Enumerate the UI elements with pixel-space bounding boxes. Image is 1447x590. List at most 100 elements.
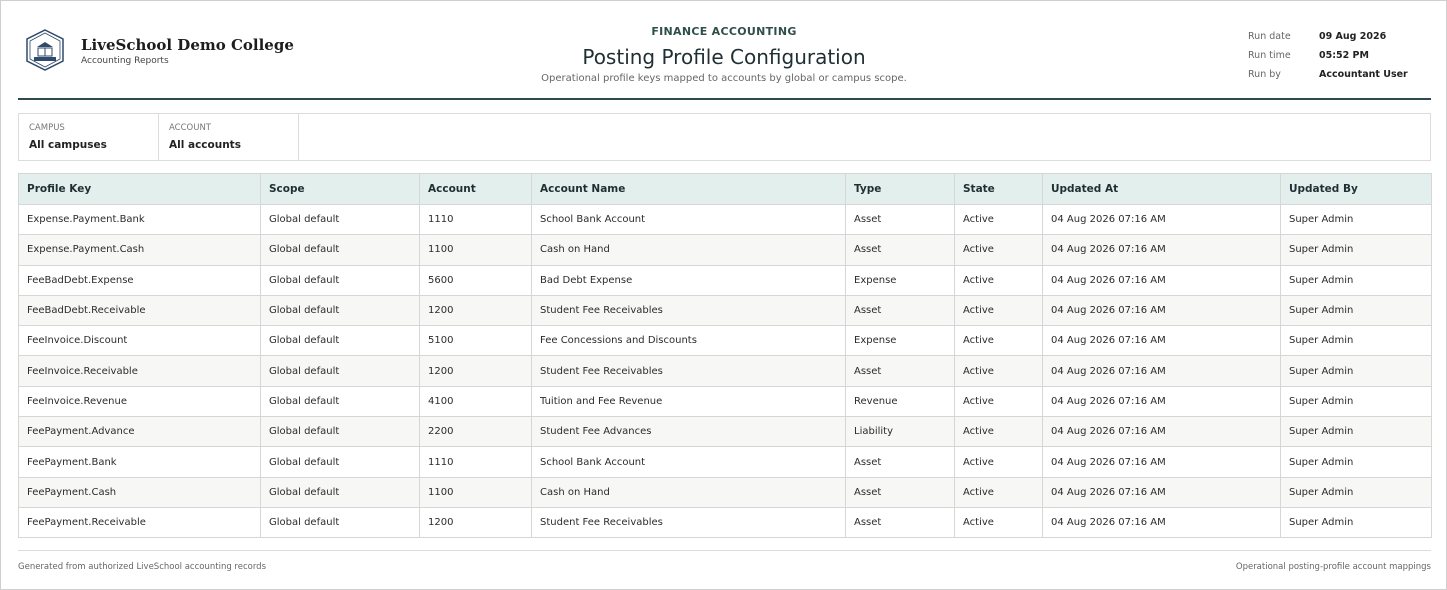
cell-profile-key: FeePayment.Bank bbox=[18, 446, 261, 478]
cell-profile-key: FeePayment.Advance bbox=[18, 416, 261, 448]
cell-type: Asset bbox=[845, 355, 955, 387]
cell-updated-at: 04 Aug 2026 07:16 AM bbox=[1042, 355, 1281, 387]
table-row: Expense.Payment.Cash Global default 1100… bbox=[18, 234, 1432, 266]
account-filter[interactable]: ACCOUNT All accounts bbox=[159, 114, 299, 160]
cell-type: Asset bbox=[845, 446, 955, 478]
table-row: FeePayment.Cash Global default 1100 Cash… bbox=[18, 476, 1432, 508]
cell-account-name: School Bank Account bbox=[531, 446, 846, 478]
cell-updated-by: Super Admin bbox=[1280, 294, 1432, 327]
table-header-row: Profile Key Scope Account Account Name T… bbox=[18, 173, 1432, 205]
column-header-profile-key: Profile Key bbox=[18, 173, 261, 205]
column-header-type: Type bbox=[845, 173, 955, 205]
footer-source-note: Generated from authorized LiveSchool acc… bbox=[18, 562, 267, 572]
cell-updated-at: 04 Aug 2026 07:16 AM bbox=[1042, 506, 1281, 539]
cell-account: 5100 bbox=[419, 325, 532, 357]
cell-account: 1100 bbox=[419, 234, 532, 266]
run-by-label: Run by bbox=[1248, 69, 1281, 80]
cell-state: Active bbox=[954, 264, 1043, 296]
cell-state: Active bbox=[954, 476, 1043, 508]
cell-state: Active bbox=[954, 203, 1043, 236]
campus-filter-value: All campuses bbox=[29, 139, 107, 151]
cell-scope: Global default bbox=[260, 264, 420, 296]
cell-updated-at: 04 Aug 2026 07:16 AM bbox=[1042, 446, 1281, 478]
cell-account: 1110 bbox=[419, 203, 532, 236]
table-row: Expense.Payment.Bank Global default 1110… bbox=[18, 203, 1432, 236]
cell-profile-key: FeeInvoice.Revenue bbox=[18, 385, 261, 418]
cell-updated-by: Super Admin bbox=[1280, 506, 1432, 539]
cell-state: Active bbox=[954, 385, 1043, 418]
cell-updated-at: 04 Aug 2026 07:16 AM bbox=[1042, 294, 1281, 327]
cell-updated-at: 04 Aug 2026 07:16 AM bbox=[1042, 325, 1281, 357]
cell-account: 1100 bbox=[419, 476, 532, 508]
cell-updated-by: Super Admin bbox=[1280, 385, 1432, 418]
cell-scope: Global default bbox=[260, 294, 420, 327]
cell-type: Asset bbox=[845, 294, 955, 327]
report-title-block: FINANCE ACCOUNTING Posting Profile Confi… bbox=[468, 25, 980, 86]
cell-account: 5600 bbox=[419, 264, 532, 296]
college-crest-icon bbox=[26, 29, 64, 71]
cell-updated-at: 04 Aug 2026 07:16 AM bbox=[1042, 385, 1281, 418]
cell-scope: Global default bbox=[260, 446, 420, 478]
report-page: LiveSchool Demo College Accounting Repor… bbox=[0, 0, 1447, 590]
cell-updated-at: 04 Aug 2026 07:16 AM bbox=[1042, 476, 1281, 508]
cell-updated-at: 04 Aug 2026 07:16 AM bbox=[1042, 203, 1281, 236]
table-row: FeePayment.Receivable Global default 120… bbox=[18, 506, 1432, 539]
report-footer: Generated from authorized LiveSchool acc… bbox=[18, 550, 1431, 580]
run-time-label: Run time bbox=[1248, 50, 1291, 61]
cell-scope: Global default bbox=[260, 385, 420, 418]
cell-account-name: Cash on Hand bbox=[531, 476, 846, 508]
cell-account-name: Student Fee Receivables bbox=[531, 294, 846, 327]
report-eyebrow: FINANCE ACCOUNTING bbox=[651, 25, 797, 38]
cell-state: Active bbox=[954, 355, 1043, 387]
cell-profile-key: FeeInvoice.Receivable bbox=[18, 355, 261, 387]
cell-profile-key: Expense.Payment.Bank bbox=[18, 203, 261, 236]
table-row: FeePayment.Advance Global default 2200 S… bbox=[18, 416, 1432, 448]
cell-account-name: School Bank Account bbox=[531, 203, 846, 236]
posting-profile-table: Profile Key Scope Account Account Name T… bbox=[18, 173, 1432, 539]
run-time-value: 05:52 PM bbox=[1319, 50, 1369, 61]
cell-type: Asset bbox=[845, 506, 955, 539]
column-header-state: State bbox=[954, 173, 1043, 205]
column-header-updated-at: Updated At bbox=[1042, 173, 1281, 205]
cell-state: Active bbox=[954, 294, 1043, 327]
cell-scope: Global default bbox=[260, 355, 420, 387]
table-row: FeeInvoice.Receivable Global default 120… bbox=[18, 355, 1432, 387]
cell-account-name: Tuition and Fee Revenue bbox=[531, 385, 846, 418]
org-subtitle: Accounting Reports bbox=[81, 56, 169, 66]
report-subtitle: Operational profile keys mapped to accou… bbox=[541, 73, 907, 84]
cell-account: 1110 bbox=[419, 446, 532, 478]
cell-updated-by: Super Admin bbox=[1280, 264, 1432, 296]
table-row: FeeInvoice.Discount Global default 5100 … bbox=[18, 325, 1432, 357]
cell-profile-key: FeePayment.Receivable bbox=[18, 506, 261, 539]
run-date-value: 09 Aug 2026 bbox=[1319, 31, 1387, 42]
cell-state: Active bbox=[954, 234, 1043, 266]
filter-bar: CAMPUS All campuses ACCOUNT All accounts bbox=[18, 113, 1431, 161]
cell-type: Revenue bbox=[845, 385, 955, 418]
column-header-account-name: Account Name bbox=[531, 173, 846, 205]
campus-filter[interactable]: CAMPUS All campuses bbox=[19, 114, 159, 160]
cell-account-name: Cash on Hand bbox=[531, 234, 846, 266]
run-date-row: Run date 09 Aug 2026 bbox=[1248, 27, 1431, 46]
cell-type: Liability bbox=[845, 416, 955, 448]
table-row: FeePayment.Bank Global default 1110 Scho… bbox=[18, 446, 1432, 478]
cell-type: Asset bbox=[845, 203, 955, 236]
account-filter-value: All accounts bbox=[169, 139, 241, 151]
cell-updated-by: Super Admin bbox=[1280, 446, 1432, 478]
table-row: FeeBadDebt.Receivable Global default 120… bbox=[18, 294, 1432, 327]
cell-state: Active bbox=[954, 446, 1043, 478]
column-header-scope: Scope bbox=[260, 173, 420, 205]
cell-scope: Global default bbox=[260, 203, 420, 236]
run-by-value: Accountant User bbox=[1319, 69, 1408, 80]
run-time-row: Run time 05:52 PM bbox=[1248, 46, 1431, 65]
cell-account-name: Student Fee Receivables bbox=[531, 355, 846, 387]
cell-account-name: Bad Debt Expense bbox=[531, 264, 846, 296]
cell-profile-key: FeePayment.Cash bbox=[18, 476, 261, 508]
cell-profile-key: FeeBadDebt.Receivable bbox=[18, 294, 261, 327]
cell-account: 2200 bbox=[419, 416, 532, 448]
cell-updated-by: Super Admin bbox=[1280, 416, 1432, 448]
run-meta: Run date 09 Aug 2026 Run time 05:52 PM R… bbox=[1248, 27, 1431, 84]
cell-state: Active bbox=[954, 325, 1043, 357]
cell-state: Active bbox=[954, 416, 1043, 448]
cell-scope: Global default bbox=[260, 416, 420, 448]
cell-state: Active bbox=[954, 506, 1043, 539]
